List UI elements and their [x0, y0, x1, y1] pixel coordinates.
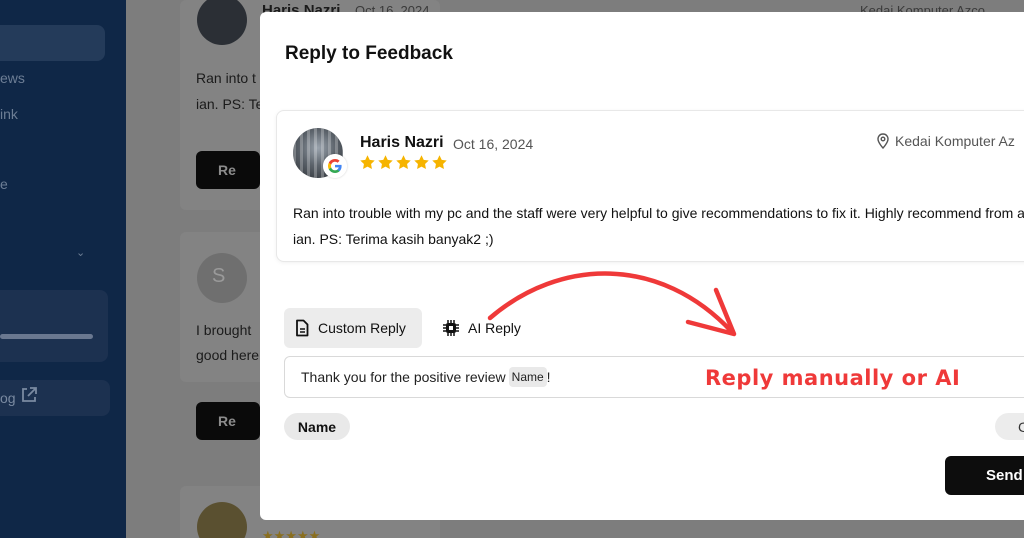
- annotation-label: Reply manually or AI: [705, 366, 961, 390]
- annotation-arrow: [487, 271, 737, 337]
